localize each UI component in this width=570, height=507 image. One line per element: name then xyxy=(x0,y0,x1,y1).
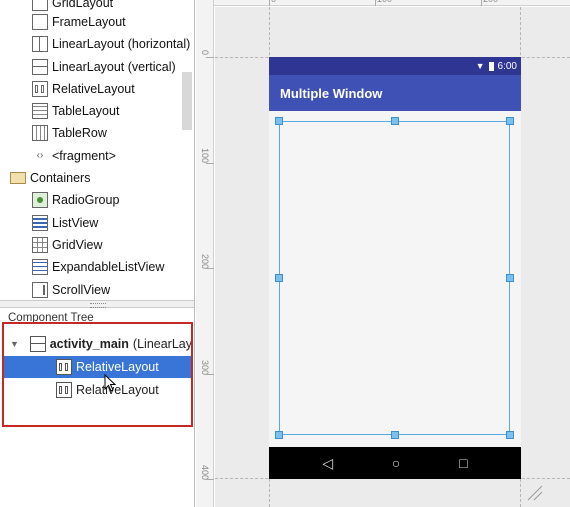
panel-divider xyxy=(194,0,195,507)
table-layout-icon xyxy=(32,103,48,119)
expandable-list-icon xyxy=(32,259,48,275)
palette-item-label: ScrollView xyxy=(52,283,111,297)
recents-icon[interactable]: □ xyxy=(459,455,467,471)
component-tree-title: Component Tree xyxy=(8,312,94,324)
status-time: 6:00 xyxy=(497,60,517,72)
component-tree-panel: Component Tree ▼ activity_main (LinearLa… xyxy=(0,308,194,507)
resize-handle[interactable] xyxy=(275,117,283,125)
selected-layout-outline[interactable] xyxy=(279,121,510,435)
grid-layout-icon xyxy=(32,0,48,11)
ruler-tick xyxy=(206,479,214,480)
relative-layout-icon xyxy=(56,382,72,398)
palette-item-scrollview[interactable]: ScrollView xyxy=(32,279,110,300)
fragment-icon: ‹› xyxy=(32,148,48,164)
resize-handle[interactable] xyxy=(275,274,283,282)
palette-item-label: <fragment> xyxy=(52,149,116,163)
palette-item-tablerow[interactable]: TableRow xyxy=(32,122,107,144)
frame-layout-icon xyxy=(32,14,48,30)
palette-item-tablelayout[interactable]: TableLayout xyxy=(32,100,119,122)
palette-item-label: RadioGroup xyxy=(52,193,120,207)
radio-group-icon xyxy=(32,192,48,208)
ruler-tick xyxy=(375,0,376,6)
ruler-label: 0 xyxy=(200,50,210,56)
palette-item-label: ExpandableListView xyxy=(52,260,165,274)
ruler-tick xyxy=(269,0,270,6)
ruler-tick xyxy=(206,268,214,269)
resize-handle[interactable] xyxy=(391,117,399,125)
linear-horizontal-icon xyxy=(32,36,48,52)
ruler-label: 400 xyxy=(200,465,210,481)
panel-splitter[interactable] xyxy=(0,300,194,308)
resize-handle[interactable] xyxy=(506,274,514,282)
palette-item-expandablelistview[interactable]: ExpandableListView xyxy=(32,256,164,278)
ruler-label: 100 xyxy=(200,148,210,164)
app-bar: Multiple Window xyxy=(269,75,521,111)
horizontal-ruler: 0 100 200 xyxy=(214,0,570,6)
tree-row-relativelayout-1[interactable]: RelativeLayout xyxy=(4,356,192,378)
resize-handle[interactable] xyxy=(275,431,283,439)
tree-root-type: (LinearLay xyxy=(132,337,192,351)
table-row-icon xyxy=(32,125,48,141)
palette-panel: GridLayout FrameLayout LinearLayout (hor… xyxy=(0,0,194,300)
collapse-arrow-icon[interactable]: ▼ xyxy=(10,339,26,349)
battery-icon xyxy=(488,61,494,71)
vertical-ruler: 0 100 200 300 400 xyxy=(196,0,214,507)
ruler-label: 200 xyxy=(483,0,498,4)
linear-vertical-icon xyxy=(32,59,48,75)
list-view-icon xyxy=(32,215,48,231)
palette-item-label: FrameLayout xyxy=(52,15,126,29)
palette-item-label: LinearLayout (vertical) xyxy=(52,60,176,74)
palette-item-label: TableRow xyxy=(52,126,107,140)
ruler-label: 200 xyxy=(200,254,210,270)
palette-item-gridview[interactable]: GridView xyxy=(32,234,102,256)
palette-item-relativelayout[interactable]: RelativeLayout xyxy=(32,78,135,100)
tree-root-name: activity_main xyxy=(49,337,129,351)
status-bar: ▼ 6:00 xyxy=(269,57,521,75)
scroll-view-icon xyxy=(32,282,48,298)
palette-item-label: GridLayout xyxy=(52,0,114,10)
home-icon[interactable]: ○ xyxy=(392,455,400,471)
palette-item-framelayout[interactable]: FrameLayout xyxy=(32,11,126,33)
palette-item-radiogroup[interactable]: RadioGroup xyxy=(32,189,119,211)
palette-category-label: Containers xyxy=(30,171,91,185)
ruler-tick xyxy=(481,0,482,6)
palette-item-linear-vertical[interactable]: LinearLayout (vertical) xyxy=(32,56,176,78)
ruler-label: 300 xyxy=(200,360,210,376)
palette-item-label: LinearLayout (horizontal) xyxy=(52,37,191,51)
ruler-tick xyxy=(206,374,214,375)
linear-vertical-icon xyxy=(29,336,46,352)
grid-view-icon xyxy=(32,237,48,253)
palette-item-listview[interactable]: ListView xyxy=(32,212,98,234)
tree-row-label: RelativeLayout xyxy=(76,360,159,374)
ruler-label: 100 xyxy=(377,0,392,4)
palette-item-label: RelativeLayout xyxy=(52,82,135,96)
relative-layout-icon xyxy=(32,81,48,97)
palette-scrollbar[interactable] xyxy=(182,72,192,130)
back-icon[interactable]: ◁ xyxy=(322,455,333,472)
tree-row-label: RelativeLayout xyxy=(76,383,159,397)
mouse-cursor-icon xyxy=(104,374,116,392)
palette-item-linear-horizontal[interactable]: LinearLayout (horizontal) xyxy=(32,33,190,55)
app-title: Multiple Window xyxy=(280,85,383,101)
ruler-label: 0 xyxy=(271,0,276,4)
ruler-tick xyxy=(206,163,214,164)
relative-layout-icon xyxy=(56,359,72,375)
palette-category-containers[interactable]: Containers xyxy=(10,167,90,189)
canvas-resize-grip-icon[interactable] xyxy=(524,482,544,502)
navigation-bar: ◁ ○ □ xyxy=(269,447,521,479)
palette-item-label: GridView xyxy=(52,238,103,252)
tree-row-relativelayout-2[interactable]: RelativeLayout xyxy=(4,379,192,401)
palette-item-fragment[interactable]: ‹› <fragment> xyxy=(32,145,116,167)
palette-item-label: TableLayout xyxy=(52,104,120,118)
resize-handle[interactable] xyxy=(506,431,514,439)
tree-row-root[interactable]: ▼ activity_main (LinearLay xyxy=(4,333,192,355)
resize-handle[interactable] xyxy=(506,117,514,125)
palette-item-label: ListView xyxy=(52,216,99,230)
resize-handle[interactable] xyxy=(391,431,399,439)
ruler-tick xyxy=(206,57,214,58)
wifi-icon: ▼ xyxy=(475,61,485,71)
folder-icon xyxy=(10,172,26,184)
